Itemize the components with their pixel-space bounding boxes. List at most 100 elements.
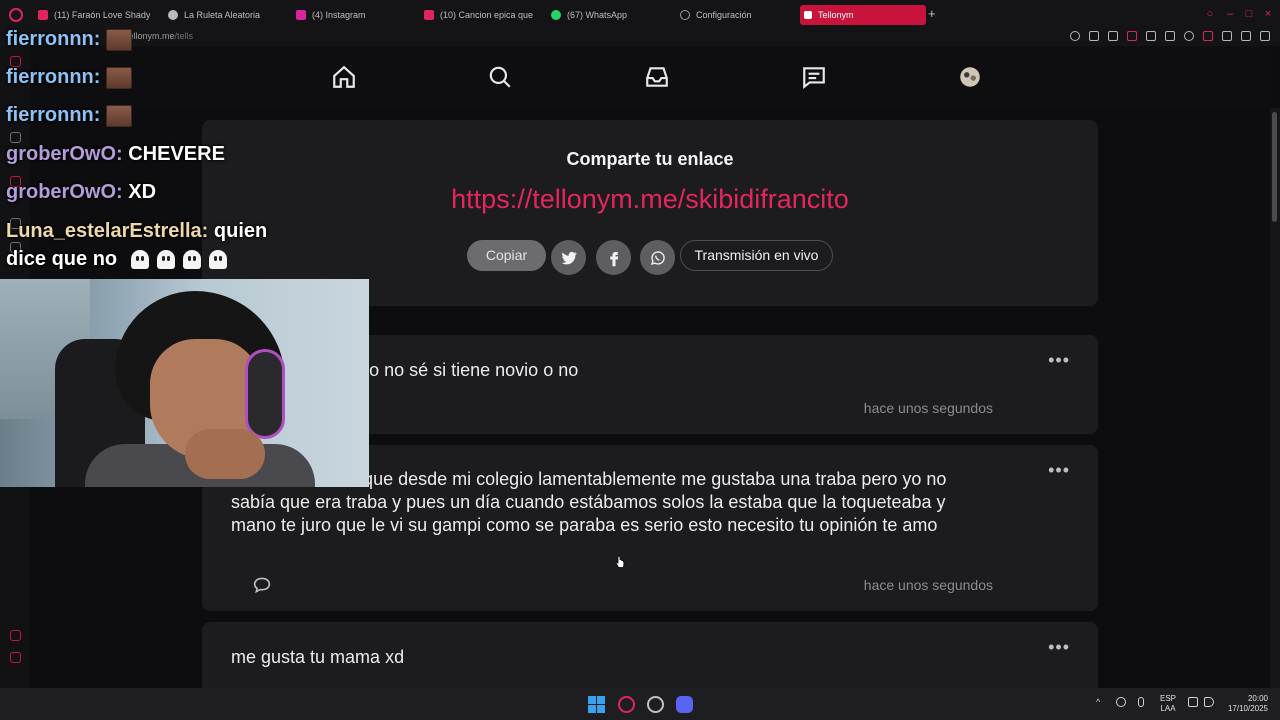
taskbar-clock[interactable]: 20:00 17/10/2025	[1224, 694, 1268, 714]
tab-label: (67) WhatsApp	[567, 10, 628, 20]
browser-tab-bar: (11) Faraón Love Shady La Ruleta Aleator…	[0, 0, 1280, 30]
zoom-icon[interactable]	[1070, 31, 1080, 41]
tab-instagram[interactable]: (4) Instagram	[292, 5, 402, 25]
translate-icon[interactable]	[1146, 31, 1156, 41]
ghost-emoji-icon	[130, 250, 149, 270]
layout-code: LAA	[1160, 704, 1176, 713]
gx-app-taskbar-icon[interactable]	[647, 696, 664, 713]
scrollbar-thumb[interactable]	[1272, 112, 1277, 222]
comment-icon[interactable]	[252, 576, 272, 594]
tab-ruleta[interactable]: La Ruleta Aleatoria	[164, 5, 274, 25]
overlay-chat-line: Luna_estelarEstrella: quien	[6, 220, 267, 243]
chat-message: dice que no	[6, 248, 118, 270]
discord-taskbar-icon[interactable]	[676, 696, 693, 713]
youtube-icon	[38, 10, 48, 20]
ghost-emoji-icon	[208, 250, 227, 270]
opera-logo-icon[interactable]	[9, 8, 23, 22]
overlay-chat-line: groberOwO: CHEVERE	[6, 143, 225, 166]
chat-username: fierronnn:	[6, 28, 101, 50]
sidebar-gx-icon[interactable]	[10, 652, 21, 663]
ghost-emoji-icon	[156, 250, 175, 270]
close-icon[interactable]: ×	[1262, 8, 1274, 20]
volume-icon[interactable]	[1204, 697, 1214, 707]
pin-icon[interactable]	[1089, 31, 1099, 41]
chat-username: groberOwO:	[6, 181, 123, 203]
minimize-icon[interactable]: –	[1224, 8, 1236, 20]
twitter-icon	[561, 251, 577, 264]
sidebar-settings-icon[interactable]	[10, 630, 21, 641]
shield-icon[interactable]	[1127, 31, 1137, 41]
url-path: /tells	[174, 31, 194, 41]
youtube-icon	[424, 10, 434, 20]
favorite-icon[interactable]	[1184, 31, 1194, 41]
whatsapp-icon	[551, 10, 561, 20]
tab-label: (10) Cancion epica que u	[440, 10, 536, 20]
gear-icon	[680, 10, 690, 20]
share-link[interactable]: https://tellonym.me/skibidifrancito	[202, 184, 1098, 215]
streamer-webcam	[0, 279, 369, 487]
webcam-headset	[245, 349, 285, 439]
tell-timestamp: hace unos segundos	[863, 400, 993, 416]
chat-message: quien	[213, 220, 268, 242]
sidebar-chatgpt-icon[interactable]	[10, 132, 21, 143]
more-options-icon[interactable]: •••	[1048, 638, 1070, 656]
twitter-share-button[interactable]	[551, 240, 586, 275]
chat-username: fierronnn:	[6, 66, 101, 88]
chat-emote-icon	[106, 66, 132, 89]
send-icon[interactable]	[1165, 31, 1175, 41]
tab-configuracion[interactable]: Configuración	[676, 5, 786, 25]
url-field[interactable]: tellonym.me/tells	[126, 31, 193, 41]
chat-username: groberOwO:	[6, 143, 123, 165]
live-stream-button[interactable]: Transmisión en vivo	[680, 240, 833, 271]
chat-icon[interactable]	[801, 64, 827, 90]
chevron-up-icon[interactable]: ^	[1096, 697, 1106, 707]
whatsapp-icon	[650, 250, 665, 265]
tab-faraon[interactable]: (11) Faraón Love Shady	[34, 5, 150, 25]
menu-icon[interactable]	[1260, 31, 1270, 41]
chat-username: Luna_estelarEstrella:	[6, 220, 209, 242]
url-host: tellonym.me	[126, 31, 175, 41]
inbox-icon[interactable]	[644, 64, 670, 90]
windows-start-icon[interactable]	[588, 696, 605, 713]
search-icon[interactable]	[487, 64, 513, 90]
profile-avatar[interactable]	[957, 64, 983, 90]
language-code: ESP	[1160, 694, 1177, 703]
wallet-icon[interactable]	[1222, 31, 1232, 41]
opera-gx-taskbar-icon[interactable]	[618, 696, 635, 713]
webcam-person-hand	[185, 429, 265, 479]
language-indicator[interactable]: ESP LAA	[1160, 694, 1176, 714]
screen: (11) Faraón Love Shady La Ruleta Aleator…	[0, 0, 1280, 720]
maximize-icon[interactable]: □	[1243, 8, 1255, 20]
home-icon[interactable]	[331, 64, 357, 90]
extension-icon[interactable]	[1203, 31, 1213, 41]
new-tab-icon[interactable]: +	[928, 7, 936, 20]
tab-label: Configuración	[696, 10, 752, 20]
share-title: Comparte tu enlace	[566, 149, 734, 169]
snapshot-icon[interactable]	[1108, 31, 1118, 41]
search-tabs-icon[interactable]: ○	[1204, 8, 1216, 20]
tab-label: Tellonym	[818, 10, 854, 20]
tab-whatsapp[interactable]: (67) WhatsApp	[547, 5, 657, 25]
tab-label: La Ruleta Aleatoria	[184, 10, 261, 20]
tab-tellonym[interactable]: Tellonym	[800, 5, 926, 25]
tab-label: (11) Faraón Love Shady	[54, 10, 150, 20]
cloud-icon[interactable]	[1116, 697, 1126, 707]
download-icon[interactable]	[1241, 31, 1251, 41]
overlay-chat-line: fierronnn:	[6, 66, 132, 89]
tellonym-icon	[804, 11, 812, 19]
more-options-icon[interactable]: •••	[1048, 351, 1070, 369]
overlay-chat-line: fierronnn:	[6, 104, 132, 127]
microphone-icon[interactable]	[1138, 697, 1144, 707]
tab-cancion[interactable]: (10) Cancion epica que u	[420, 5, 536, 25]
clock-date: 17/10/2025	[1227, 704, 1268, 713]
overlay-chat-line: fierronnn:	[6, 28, 132, 51]
whatsapp-share-button[interactable]	[640, 240, 675, 275]
ruleta-icon	[168, 10, 178, 20]
copy-button[interactable]: Copiar	[467, 240, 546, 271]
facebook-icon	[609, 251, 618, 266]
more-options-icon[interactable]: •••	[1048, 461, 1070, 479]
page-scrollbar[interactable]	[1270, 108, 1280, 688]
clock-time: 20:00	[1247, 694, 1268, 703]
network-icon[interactable]	[1188, 697, 1198, 707]
facebook-share-button[interactable]	[596, 240, 631, 275]
